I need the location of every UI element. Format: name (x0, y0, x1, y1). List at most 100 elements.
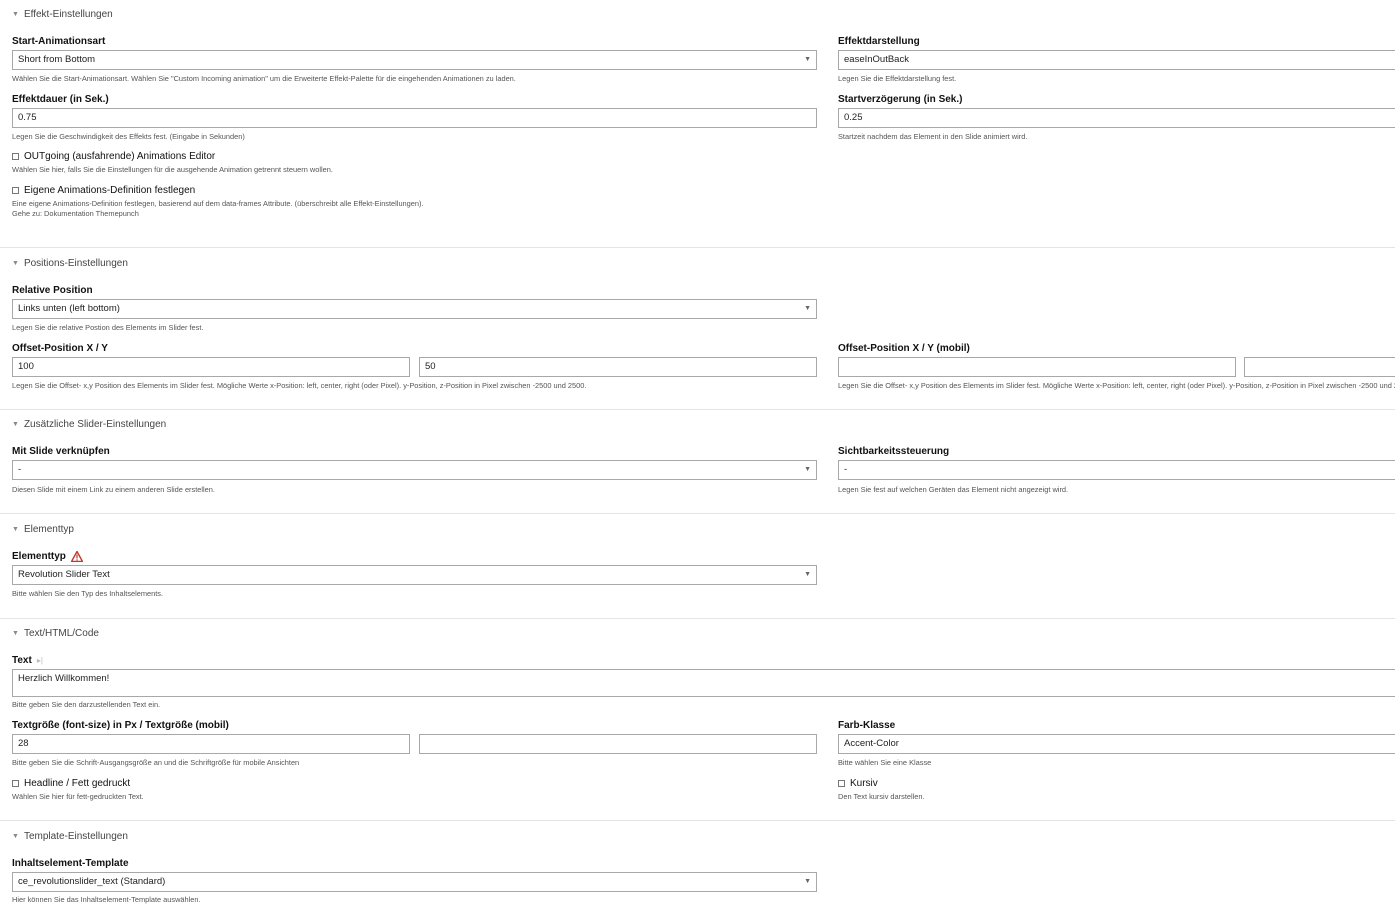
template-help: Hier können Sie das Inhaltselement-Templ… (12, 895, 201, 904)
elementtyp-label: Elementtyp (12, 551, 66, 562)
outgoing-help: Wählen Sie hier, falls Sie die Einstellu… (12, 165, 333, 174)
effektdauer-label: Effektdauer (in Sek.) (12, 94, 109, 105)
startverzoegerung-value: 0.25 (844, 112, 863, 123)
triangle-down-icon: ▼ (12, 630, 19, 637)
legend-slider[interactable]: ▼ Zusätzliche Slider-Einstellungen (12, 419, 166, 430)
start-animation-select[interactable]: Short from Bottom ▼ (12, 50, 817, 70)
offset-position-label: Offset-Position X / Y (12, 343, 108, 354)
offset-mobil-x-input[interactable] (838, 357, 1236, 377)
headline-checkbox-label[interactable]: Headline / Fett gedruckt (24, 778, 130, 789)
farb-klasse-input[interactable]: Accent-Color (838, 734, 1395, 754)
textgroesse-input[interactable]: 28 (12, 734, 410, 754)
legend-text-label: Text/HTML/Code (23, 628, 99, 639)
sichtbarkeit-select[interactable]: - (838, 460, 1395, 480)
divider (0, 513, 1395, 514)
legend-effekt-label: Effekt-Einstellungen (23, 9, 113, 20)
effektdarstellung-help: Legen Sie die Effektdarstellung fest. (838, 74, 957, 83)
sichtbarkeit-help: Legen Sie fest auf welchen Geräten das E… (838, 485, 1069, 494)
template-select[interactable]: ce_revolutionslider_text (Standard) ▼ (12, 872, 817, 892)
outgoing-checkbox-label[interactable]: OUTgoing (ausfahrende) Animations Editor (24, 151, 215, 162)
legend-slider-label: Zusätzliche Slider-Einstellungen (23, 419, 167, 430)
effektdauer-input[interactable]: 0.75 (12, 108, 817, 128)
textgroesse-value: 28 (18, 738, 29, 749)
triangle-down-icon: ▼ (12, 260, 19, 267)
start-animation-help: Wählen Sie die Start-Animationsart. Wähl… (12, 74, 516, 83)
triangle-down-icon: ▼ (12, 421, 19, 428)
chevron-down-icon: ▼ (804, 466, 811, 473)
textgroesse-mobil-input[interactable] (419, 734, 817, 754)
legend-effekt[interactable]: ▼ Effekt-Einstellungen (12, 9, 113, 20)
farb-klasse-value: Accent-Color (844, 738, 899, 749)
sichtbarkeit-label: Sichtbarkeitssteuerung (838, 446, 950, 457)
farb-klasse-help: Bitte wählen Sie eine Klasse (838, 758, 932, 767)
text-textarea[interactable]: Herzlich Willkommen! (12, 669, 1395, 697)
offset-mobil-label: Offset-Position X / Y (mobil) (838, 343, 970, 354)
text-label: Text (12, 655, 32, 666)
text-value: Herzlich Willkommen! (18, 673, 110, 684)
chevron-down-icon: ▼ (804, 878, 811, 885)
divider (0, 247, 1395, 248)
relative-position-select[interactable]: Links unten (left bottom) ▼ (12, 299, 817, 319)
slide-link-value: - (18, 464, 22, 475)
legend-text[interactable]: ▼ Text/HTML/Code (12, 628, 99, 639)
kursiv-checkbox-label[interactable]: Kursiv (850, 778, 878, 789)
startverzoegerung-input[interactable]: 0.25 (838, 108, 1395, 128)
sichtbarkeit-value: - (844, 464, 848, 475)
chevron-down-icon: ▼ (804, 56, 811, 63)
offset-mobil-y-input[interactable] (1244, 357, 1395, 377)
template-value: ce_revolutionslider_text (Standard) (18, 876, 166, 887)
eigene-animation-checkbox[interactable] (12, 187, 19, 194)
outgoing-checkbox[interactable] (12, 153, 19, 160)
eigene-animation-checkbox-label[interactable]: Eigene Animations-Definition festlegen (24, 185, 195, 196)
offset-x-input[interactable]: 100 (12, 357, 410, 377)
triangle-down-icon: ▼ (12, 11, 19, 18)
effektdauer-value: 0.75 (18, 112, 37, 123)
legend-elementtyp-label: Elementtyp (23, 524, 74, 535)
warning-icon (70, 551, 83, 562)
textgroesse-label: Textgröße (font-size) in Px / Textgröße … (12, 720, 229, 731)
elementtyp-help: Bitte wählen Sie den Typ des Inhaltselem… (12, 589, 164, 598)
offset-mobil-help: Legen Sie die Offset- x,y Position des E… (838, 381, 1395, 390)
slide-link-select[interactable]: - ▼ (12, 460, 817, 480)
legend-template-label: Template-Einstellungen (23, 831, 128, 842)
divider (0, 409, 1395, 410)
effektdarstellung-input[interactable]: easeInOutBack (838, 50, 1395, 70)
offset-y-input[interactable]: 50 (419, 357, 817, 377)
chevron-down-icon: ▼ (804, 305, 811, 312)
farb-klasse-label: Farb-Klasse (838, 720, 896, 731)
startverzoegerung-help: Startzeit nachdem das Element in den Sli… (838, 132, 1028, 141)
divider (0, 618, 1395, 619)
startverzoegerung-label: Startverzögerung (in Sek.) (838, 94, 963, 105)
kursiv-checkbox[interactable] (838, 780, 845, 787)
slide-link-help: Diesen Slide mit einem Link zu einem and… (12, 485, 215, 494)
legend-template[interactable]: ▼ Template-Einstellungen (12, 831, 128, 842)
insert-tag-icon[interactable]: ▸| (37, 656, 43, 665)
relative-position-value: Links unten (left bottom) (18, 303, 120, 314)
relative-position-label: Relative Position (12, 285, 93, 296)
text-help: Bitte geben Sie den darzustellenden Text… (12, 700, 161, 709)
kursiv-help: Den Text kursiv darstellen. (838, 792, 925, 801)
elementtyp-value: Revolution Slider Text (18, 569, 110, 580)
legend-elementtyp[interactable]: ▼ Elementtyp (12, 524, 74, 535)
chevron-down-icon: ▼ (804, 571, 811, 578)
relative-position-help: Legen Sie die relative Postion des Eleme… (12, 323, 204, 332)
legend-position[interactable]: ▼ Positions-Einstellungen (12, 258, 128, 269)
offset-x-value: 100 (18, 361, 34, 372)
eigene-animation-help: Eine eigene Animations-Definition festle… (12, 199, 424, 208)
elementtyp-label-row: Elementtyp (12, 551, 83, 562)
start-animation-label: Start-Animationsart (12, 36, 106, 47)
effektdauer-help: Legen Sie die Geschwindigkeit des Effekt… (12, 132, 245, 141)
effektdarstellung-value: easeInOutBack (844, 54, 909, 65)
elementtyp-select[interactable]: Revolution Slider Text ▼ (12, 565, 817, 585)
offset-y-value: 50 (425, 361, 436, 372)
eigene-animation-doc-link[interactable]: Gehe zu: Dokumentation Themepunch (12, 209, 139, 219)
template-label: Inhaltselement-Template (12, 858, 129, 869)
slide-link-label: Mit Slide verknüpfen (12, 446, 110, 457)
headline-checkbox[interactable] (12, 780, 19, 787)
headline-help: Wählen Sie hier für fett-gedruckten Text… (12, 792, 144, 801)
textgroesse-help: Bitte geben Sie die Schrift-Ausgangsgröß… (12, 758, 300, 767)
offset-position-help: Legen Sie die Offset- x,y Position des E… (12, 381, 587, 390)
divider (0, 820, 1395, 821)
triangle-down-icon: ▼ (12, 833, 19, 840)
start-animation-value: Short from Bottom (18, 54, 96, 65)
